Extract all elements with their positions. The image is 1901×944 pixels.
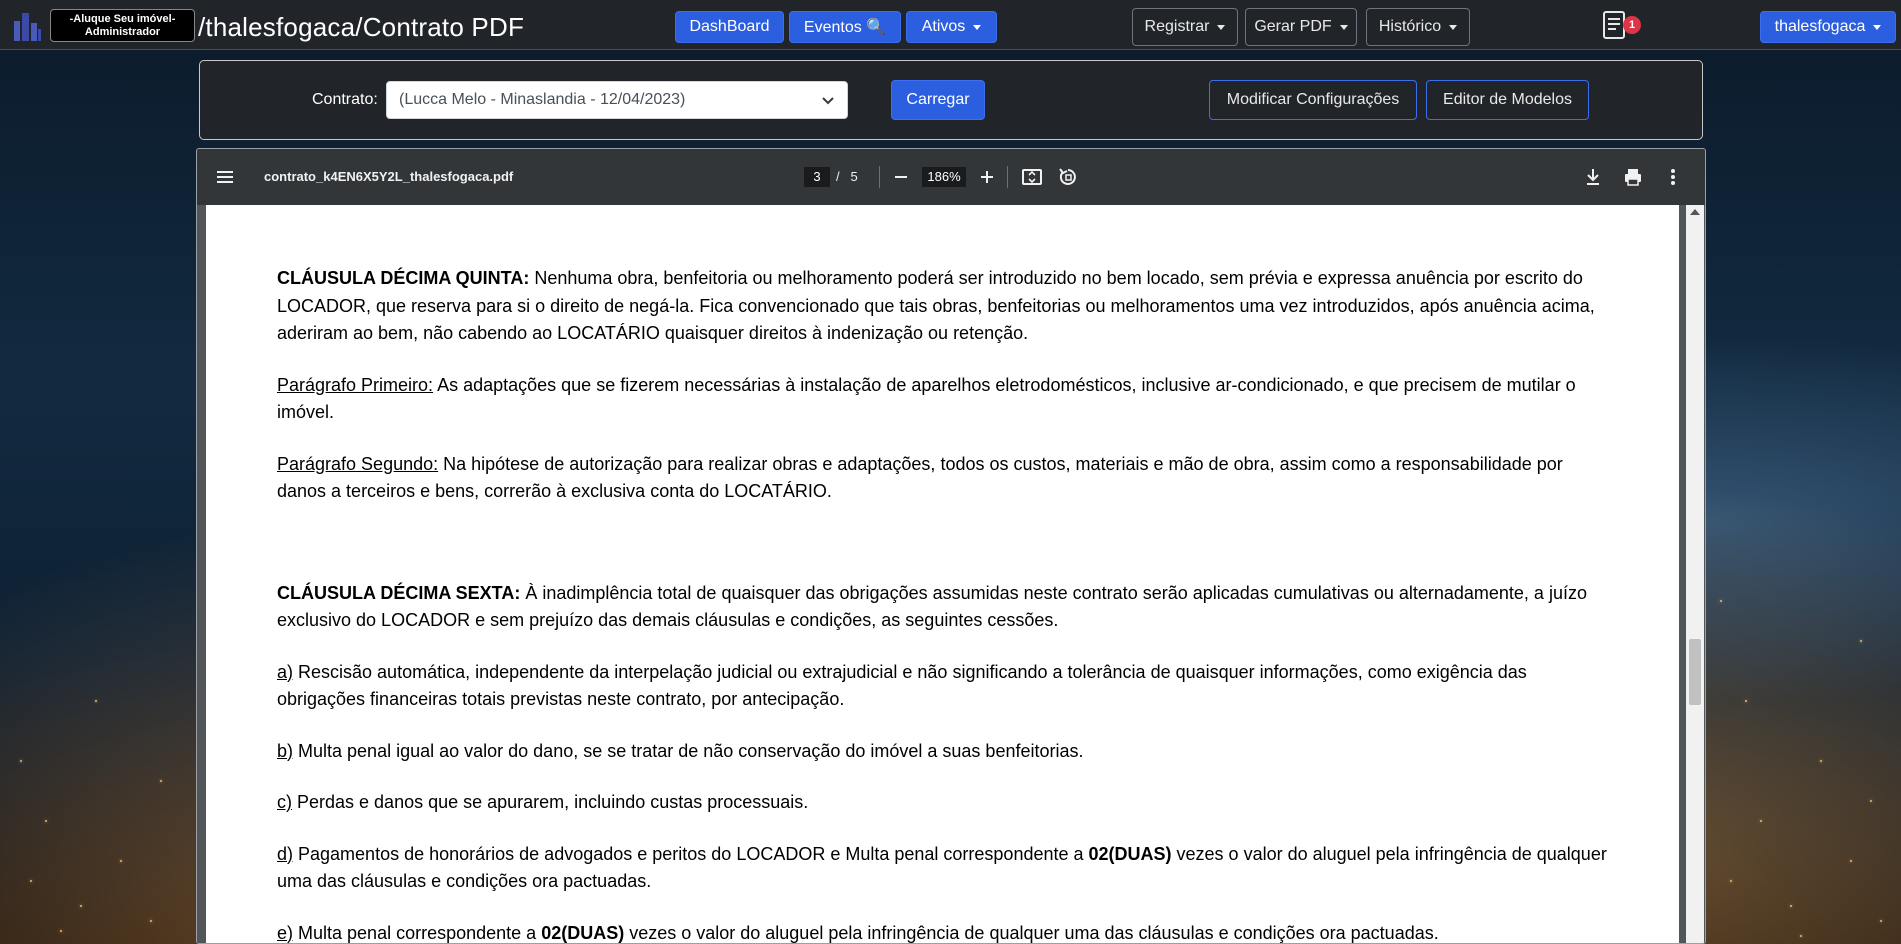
download-icon[interactable] (1582, 166, 1604, 188)
menu-icon[interactable] (214, 166, 236, 188)
item-c-text: Perdas e danos que se apurarem, incluind… (292, 792, 809, 812)
clause-16-title: CLÁUSULA DÉCIMA SEXTA: (277, 582, 521, 603)
caret-down-icon (1339, 24, 1348, 30)
pdf-viewer: contrato_k4EN6X5Y2L_thalesfogaca.pdf 3 /… (196, 148, 1706, 944)
contract-selector-panel: Contrato: (Lucca Melo - Minaslandia - 12… (199, 60, 1703, 140)
item-b: b) Multa penal igual ao valor do dano, s… (277, 738, 1612, 766)
fit-page-icon[interactable] (1021, 166, 1043, 188)
gerar-pdf-label: Gerar PDF (1254, 18, 1332, 35)
rotate-icon[interactable] (1057, 166, 1079, 188)
ativos-label: Ativos (921, 18, 966, 35)
item-e-label: e) (277, 922, 294, 943)
pdf-page-text: CLÁUSULA DÉCIMA QUINTA: Nenhuma obra, be… (277, 265, 1612, 944)
zoom-out-icon[interactable] (890, 166, 912, 188)
historico-dropdown[interactable]: Histórico (1366, 8, 1470, 46)
caret-down-icon (973, 24, 982, 30)
caret-down-icon (1873, 24, 1882, 30)
paragraph-second-text: Na hipótese de autorização para realizar… (277, 453, 1563, 502)
item-a-text: Rescisão automática, independente da int… (277, 661, 1527, 710)
chevron-down-icon (821, 94, 835, 108)
toolbar-divider (1007, 166, 1008, 188)
pdf-page: CLÁUSULA DÉCIMA QUINTA: Nenhuma obra, be… (206, 205, 1679, 944)
caret-down-icon (1217, 24, 1226, 30)
pdf-toolbar: contrato_k4EN6X5Y2L_thalesfogaca.pdf 3 /… (197, 149, 1705, 205)
dashboard-button[interactable]: DashBoard (675, 11, 784, 43)
contract-select[interactable]: (Lucca Melo - Minaslandia - 12/04/2023) (386, 81, 848, 119)
print-icon[interactable] (1622, 166, 1644, 188)
registrar-label: Registrar (1144, 18, 1210, 35)
load-button-label: Carregar (906, 91, 970, 108)
clause-16: CLÁUSULA DÉCIMA SEXTA: À inadimplência t… (277, 580, 1612, 635)
item-d-text1: Pagamentos de honorários de advogados e … (293, 843, 1089, 864)
modify-settings-label: Modificar Configurações (1226, 91, 1400, 108)
contract-selected-value: (Lucca Melo - Minaslandia - 12/04/2023) (399, 91, 686, 108)
scroll-up-arrow-icon[interactable] (1690, 209, 1700, 215)
pdf-filename: contrato_k4EN6X5Y2L_thalesfogaca.pdf (264, 169, 514, 184)
page-title: /thalesfogaca/Contrato PDF (198, 12, 525, 42)
item-a: a) Rescisão automática, independente da … (277, 659, 1612, 714)
item-c: c) Perdas e danos que se apurarem, inclu… (277, 789, 1612, 817)
load-button[interactable]: Carregar (891, 80, 985, 120)
page-number-input[interactable]: 3 (804, 167, 830, 187)
item-e-text2: vezes o valor do aluguel pela infringênc… (624, 922, 1439, 943)
modify-settings-button[interactable]: Modificar Configurações (1209, 80, 1417, 120)
historico-label: Histórico (1378, 18, 1442, 35)
item-e-text1: Multa penal correspondente a (293, 922, 542, 943)
item-d-bold: 02(DUAS) (1088, 843, 1172, 864)
paragraph-first: Parágrafo Primeiro: As adaptações que se… (277, 372, 1612, 427)
item-e-bold: 02(DUAS) (541, 922, 625, 943)
gerar-pdf-dropdown[interactable]: Gerar PDF (1245, 8, 1357, 46)
zoom-in-icon[interactable] (976, 166, 998, 188)
item-c-label: c) (277, 792, 292, 812)
brand-badge[interactable]: -Aluque Seu imóvel- Administrador (50, 9, 195, 42)
brand-line1: -Aluque Seu imóvel- (69, 13, 176, 25)
dashboard-label: DashBoard (689, 18, 770, 35)
eventos-label: Eventos 🔍 (803, 19, 887, 36)
brand-line2: Administrador (84, 26, 161, 38)
top-navbar: -Aluque Seu imóvel- Administrador /thale… (0, 0, 1901, 50)
item-e: e) Multa penal correspondente a 02(DUAS)… (277, 920, 1612, 944)
pdf-scrollbar[interactable] (1686, 205, 1704, 943)
notification-count-badge: 1 (1623, 16, 1641, 34)
item-b-text: Multa penal igual ao valor do dano, se s… (293, 740, 1084, 761)
caret-down-icon (1449, 24, 1458, 30)
paragraph-second: Parágrafo Segundo: Na hipótese de autori… (277, 451, 1612, 506)
page-count: / 5 (836, 169, 858, 184)
toolbar-divider (879, 166, 880, 188)
buildings-logo-icon[interactable] (12, 9, 42, 41)
item-d: d) Pagamentos de honorários de advogados… (277, 841, 1612, 896)
registrar-dropdown[interactable]: Registrar (1132, 8, 1238, 46)
more-options-icon[interactable] (1662, 166, 1684, 188)
item-d-label: d) (277, 843, 294, 864)
item-b-label: b) (277, 740, 294, 761)
clause-15-title: CLÁUSULA DÉCIMA QUINTA: (277, 268, 530, 288)
eventos-button[interactable]: Eventos 🔍 (789, 11, 901, 43)
user-name: thalesfogaca (1774, 18, 1866, 35)
paragraph-second-label: Parágrafo Segundo: (277, 453, 439, 474)
contract-label: Contrato: (312, 91, 378, 108)
scroll-thumb[interactable] (1689, 639, 1701, 705)
pdf-document-area[interactable]: CLÁUSULA DÉCIMA QUINTA: Nenhuma obra, be… (197, 205, 1705, 944)
paragraph-first-text: As adaptações que se fizerem necessárias… (277, 374, 1576, 423)
item-a-label: a) (277, 661, 294, 682)
paragraph-first-label: Parágrafo Primeiro: (277, 374, 434, 395)
zoom-level-input[interactable]: 186% (922, 167, 966, 187)
page-separator: / (836, 169, 840, 184)
user-menu-dropdown[interactable]: thalesfogaca (1760, 11, 1896, 43)
total-pages: 5 (850, 169, 858, 184)
template-editor-label: Editor de Modelos (1443, 91, 1572, 108)
clause-15: CLÁUSULA DÉCIMA QUINTA: Nenhuma obra, be… (277, 265, 1612, 348)
ativos-dropdown[interactable]: Ativos (906, 11, 997, 43)
template-editor-button[interactable]: Editor de Modelos (1426, 80, 1589, 120)
